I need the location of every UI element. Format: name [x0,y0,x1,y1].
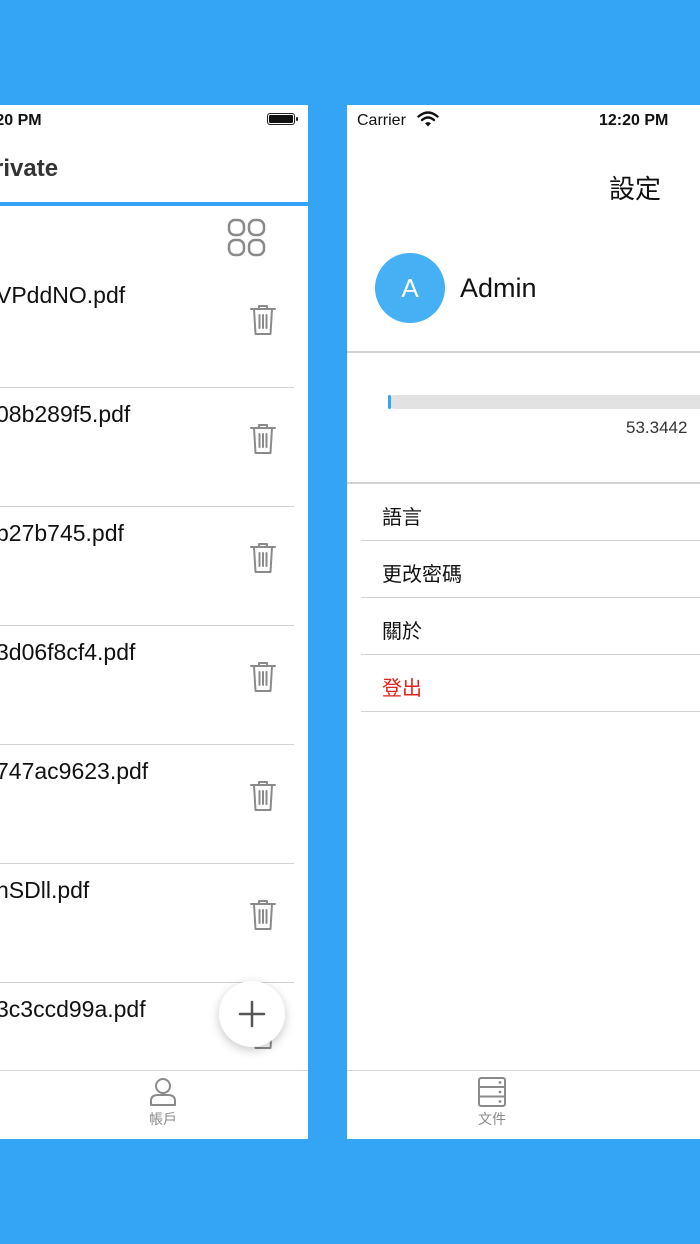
file-name: b27b745.pdf [0,520,124,546]
plus-icon [238,1000,266,1028]
file-name: VPddNO.pdf [0,282,126,308]
file-row[interactable]: 3d06f8cf4.pdf [0,625,294,745]
file-row[interactable]: 08b289f5.pdf [0,387,294,507]
page-title: 設定 [609,174,662,204]
tab-account[interactable]: 帳戶 [133,1077,193,1129]
storage-usage-text: 53.3442 [626,418,688,437]
tab-label: 帳戶 [149,1111,177,1127]
trash-icon[interactable] [248,303,278,337]
trash-icon[interactable] [248,779,278,813]
menu-item-change-password[interactable]: 更改密碼 [361,541,700,598]
file-name: 747ac9623.pdf [0,758,149,784]
tab-label: 文件 [478,1111,506,1127]
page-title: rivate [0,155,59,182]
divider [347,351,700,353]
menu-item-language[interactable]: 語言 [361,484,700,541]
status-time: 12:20 PM [599,112,669,129]
grid-view-icon[interactable] [227,218,267,258]
server-icon [478,1077,506,1107]
menu-label: 更改密碼 [382,564,462,586]
tab-bar: 文件 [347,1070,700,1139]
settings-screen: Carrier 12:20 PM 設定 A Admin 53.3442 語言 更… [347,105,700,1139]
trash-icon[interactable] [248,541,278,575]
menu-label: 語言 [382,507,422,529]
file-row[interactable]: VPddNO.pdf [0,268,294,388]
menu-label: 登出 [382,678,422,700]
trash-icon[interactable] [248,660,278,694]
status-bar: :20 PM [0,105,308,135]
menu-item-about[interactable]: 關於 [361,598,700,655]
file-row[interactable]: b27b745.pdf [0,506,294,626]
file-name: 08b289f5.pdf [0,401,131,427]
file-name: 3c3ccd99a.pdf [0,996,146,1022]
storage-progress-fill [388,395,391,409]
file-name: nSDll.pdf [0,877,90,903]
status-time: :20 PM [0,112,42,129]
user-icon [150,1078,176,1106]
status-bar: Carrier 12:20 PM [347,105,700,135]
wifi-icon [417,111,439,127]
trash-icon[interactable] [248,422,278,456]
header-accent-line [0,202,308,206]
file-row[interactable]: nSDll.pdf [0,863,294,983]
add-file-button[interactable] [219,981,285,1047]
menu-label: 關於 [382,621,422,643]
file-row[interactable]: 747ac9623.pdf [0,744,294,864]
trash-icon[interactable] [248,898,278,932]
tab-files[interactable]: 文件 [462,1077,522,1129]
storage-progress-bar [388,395,700,409]
battery-icon [267,113,298,125]
avatar: A [375,253,445,323]
file-name: 3d06f8cf4.pdf [0,639,136,665]
menu-item-logout[interactable]: 登出 [361,655,700,712]
user-name: Admin [460,273,537,303]
tab-bar: 帳戶 [0,1070,308,1139]
carrier-label: Carrier [357,112,406,129]
files-screen: :20 PM rivate VPddNO.pdf 08b289f5.pdf b2… [0,105,308,1139]
